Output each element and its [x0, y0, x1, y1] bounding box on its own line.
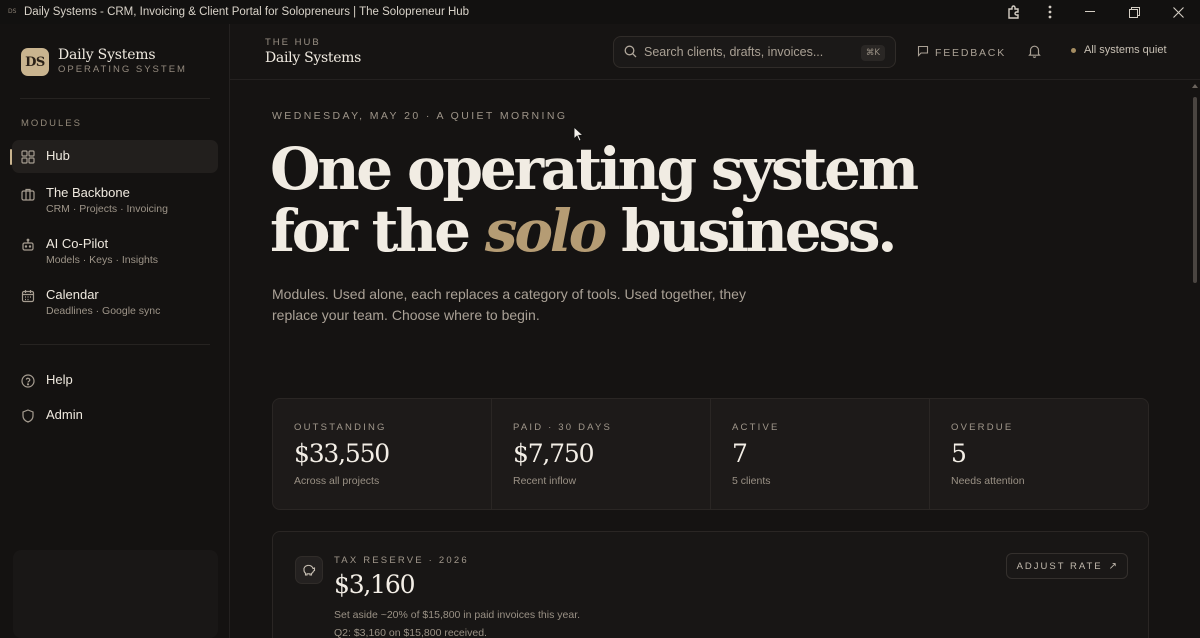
sidebar-item-label: AI Co-Pilot [46, 236, 109, 251]
shield-icon [21, 409, 35, 423]
sidebar-item-label: Calendar [46, 287, 99, 302]
briefcase-icon [21, 187, 35, 201]
stat-overdue: OVERDUE 5 Needs attention [929, 399, 1148, 509]
stat-active: ACTIVE 7 5 clients [710, 399, 929, 509]
window-title: Daily Systems - CRM, Invoicing & Client … [24, 6, 470, 18]
scroll-thumb[interactable] [1193, 97, 1197, 283]
tax-quarter-note: Q2: $3,160 on $15,800 received. [334, 627, 487, 638]
stat-label: PAID · 30 DAYS [513, 422, 613, 433]
sidebar-item-sublabel: CRM · Projects · Invoicing [46, 203, 168, 215]
tax-value: $3,160 [334, 570, 415, 599]
sidebar-item-hub[interactable]: Hub [10, 140, 218, 173]
feedback-label: FEEDBACK [935, 47, 1006, 59]
sidebar-item-sublabel: Deadlines · Google sync [46, 305, 161, 317]
sidebar-item-help[interactable]: Help [12, 372, 218, 388]
sidebar-item-label: Admin [46, 407, 83, 422]
stat-value: $33,550 [294, 439, 390, 468]
favicon: DS [8, 8, 17, 15]
adjust-rate-button[interactable]: ADJUST RATE ↗ [1005, 553, 1128, 579]
date-line: WEDNESDAY, MAY 20 · A QUIET MORNING [272, 110, 568, 122]
sidebar: DS Daily Systems OPERATING SYSTEM MODULE… [0, 24, 230, 638]
search-shortcut-badge: ⌘K [860, 45, 885, 61]
page-title: Daily Systems [265, 50, 362, 66]
sidebar-item-label: Hub [46, 148, 70, 163]
tax-label: TAX RESERVE · 2026 [334, 555, 469, 566]
stat-value: 5 [951, 439, 967, 468]
stat-value: $7,750 [513, 439, 594, 468]
more-menu-icon[interactable] [1032, 0, 1068, 24]
sidebar-item-sublabel: Models · Keys · Insights [46, 254, 159, 266]
search-icon [624, 45, 637, 63]
hero-lead: Modules. Used alone, each replaces a cat… [272, 286, 746, 323]
search-input[interactable] [644, 42, 844, 62]
stat-sublabel: 5 clients [732, 475, 771, 487]
hero-line-1: One operating system [270, 135, 919, 203]
tax-description: Set aside ~20% of $15,800 in paid invoic… [334, 609, 581, 621]
bot-icon [21, 238, 35, 252]
header-eyebrow: THE HUB [265, 37, 321, 48]
stat-label: OUTSTANDING [294, 422, 387, 433]
stat-label: OVERDUE [951, 422, 1014, 433]
stat-sublabel: Across all projects [294, 475, 380, 487]
stat-paid-30-days: PAID · 30 DAYS $7,750 Recent inflow [491, 399, 710, 509]
hero-heading: One operating system for the solo busine… [270, 135, 919, 265]
window-title-bar: DS Daily Systems - CRM, Invoicing & Clie… [0, 0, 1200, 24]
system-status: All systems quiet [1071, 44, 1167, 56]
mouse-cursor-icon [573, 125, 585, 147]
restore-icon[interactable] [1112, 0, 1156, 24]
brand-name: Daily Systems [58, 47, 156, 63]
modules-label: MODULES [21, 118, 82, 129]
brand-subtitle: OPERATING SYSTEM [58, 64, 187, 75]
close-icon[interactable] [1156, 0, 1200, 24]
stat-sublabel: Needs attention [951, 475, 1025, 487]
hero-accent-word: solo [484, 197, 607, 265]
brand-logo: DS [21, 48, 49, 76]
sidebar-item-the-backbone[interactable]: The Backbone CRM · Projects · Invoicing [12, 185, 218, 216]
hero-line-2-end: business. [621, 197, 897, 265]
search-box[interactable]: ⌘K [613, 36, 896, 68]
sidebar-item-admin[interactable]: Admin [12, 407, 218, 423]
brand[interactable]: DS Daily Systems OPERATING SYSTEM [21, 48, 187, 76]
scroll-up-arrow[interactable] [1192, 84, 1198, 88]
calendar-icon [21, 289, 35, 303]
divider [20, 344, 210, 345]
main-scrollbar[interactable] [1192, 82, 1198, 638]
stat-sublabel: Recent inflow [513, 475, 577, 487]
adjust-rate-label: ADJUST RATE [1016, 560, 1103, 572]
minimize-icon[interactable] [1068, 0, 1112, 24]
help-circle-icon [21, 374, 35, 388]
divider [20, 98, 210, 99]
sidebar-item-ai-co-pilot[interactable]: AI Co-Pilot Models · Keys · Insights [12, 236, 218, 267]
sidebar-item-calendar[interactable]: Calendar Deadlines · Google sync [12, 287, 218, 318]
bell-icon[interactable] [1028, 44, 1041, 63]
sidebar-item-label: The Backbone [46, 185, 130, 200]
main-content: WEDNESDAY, MAY 20 · A QUIET MORNING One … [230, 80, 1192, 638]
message-square-icon [917, 44, 929, 62]
feedback-button[interactable]: FEEDBACK [917, 44, 1006, 62]
stat-value: 7 [732, 439, 748, 468]
stat-label: ACTIVE [732, 422, 780, 433]
arrow-up-right-icon: ↗ [1108, 560, 1117, 572]
extensions-icon[interactable] [996, 0, 1032, 24]
stat-outstanding: OUTSTANDING $33,550 Across all projects [273, 399, 491, 509]
sidebar-item-label: Help [46, 372, 73, 387]
top-header: THE HUB Daily Systems ⌘K FEEDBACK All sy… [230, 24, 1200, 80]
tax-reserve-card: TAX RESERVE · 2026 $3,160 Set aside ~20%… [272, 531, 1149, 638]
status-dot [1071, 47, 1076, 53]
sidebar-footer-panel [13, 550, 218, 638]
hero-line-2-start: for the [270, 197, 471, 265]
stats-panel: OUTSTANDING $33,550 Across all projects … [272, 398, 1149, 510]
piggy-bank-icon [295, 556, 323, 584]
active-indicator [10, 149, 12, 165]
grid-icon [21, 150, 35, 164]
status-text: All systems quiet [1084, 44, 1167, 56]
